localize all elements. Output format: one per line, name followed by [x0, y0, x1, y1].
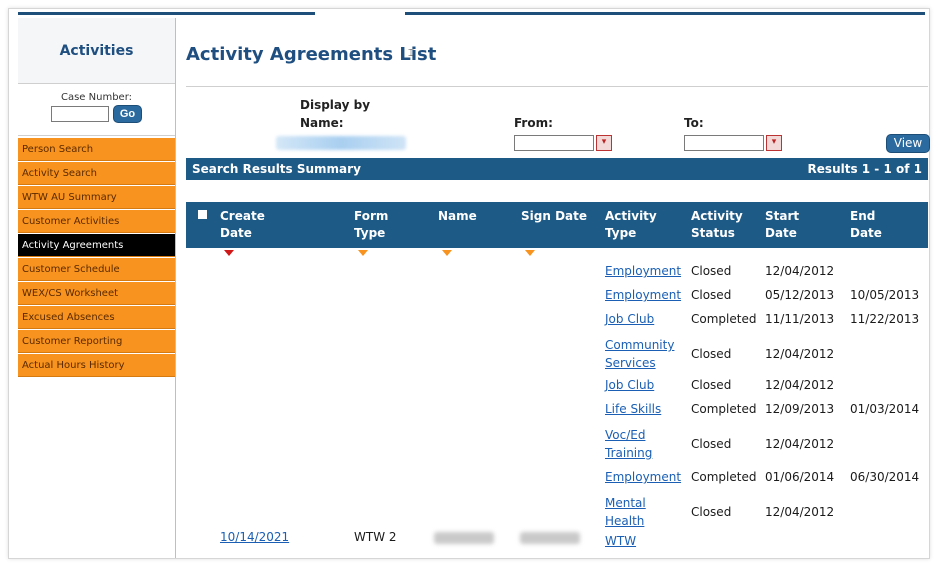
activity-type-link[interactable]: Employment: [605, 468, 681, 486]
title-divider: [186, 86, 928, 87]
view-button[interactable]: View: [886, 134, 930, 153]
activity-type-link[interactable]: Life Skills: [605, 400, 661, 418]
start-date-value: 11/11/2013: [765, 312, 835, 326]
to-label: To:: [684, 116, 704, 130]
activity-type-link[interactable]: WTW: [605, 532, 636, 550]
sidebar-menu: Person Search Activity Search WTW AU Summa…: [18, 138, 175, 377]
header-name[interactable]: Name: [438, 208, 477, 225]
header-sign-date[interactable]: Sign Date: [521, 208, 587, 225]
create-date-link[interactable]: 10/14/2021: [220, 528, 289, 546]
header-form-type[interactable]: Form Type: [354, 208, 388, 242]
to-date-input[interactable]: [684, 135, 764, 151]
header-start-date[interactable]: Start Date: [765, 208, 799, 242]
go-button[interactable]: Go: [112, 105, 143, 123]
search-results-summary-bar: Search Results Summary Results 1 - 1 of …: [186, 158, 928, 180]
header-create-date[interactable]: Create Date: [220, 208, 265, 242]
case-number-panel: Case Number: Go: [18, 84, 175, 136]
activity-status-value: Closed: [691, 288, 732, 302]
end-date-value: 11/22/2013: [850, 312, 920, 326]
activity-status-value: Completed: [691, 470, 757, 484]
start-date-value: 12/04/2012: [765, 378, 835, 392]
sidebar: Activities Case Number: Go Person Search…: [18, 18, 176, 558]
sidebar-item-activity-search[interactable]: Activity Search: [18, 162, 175, 185]
activity-type-link[interactable]: Job Club: [605, 376, 654, 394]
sidebar-item-activity-agreements[interactable]: Activity Agreements: [18, 234, 175, 257]
start-date-value: 12/04/2012: [765, 505, 835, 519]
name-value-redacted: [276, 136, 406, 150]
activity-status-value: Completed: [691, 312, 757, 326]
header-end-date[interactable]: End Date: [850, 208, 882, 242]
activity-type-link[interactable]: Employment: [605, 286, 681, 304]
select-all-checkbox-icon[interactable]: [198, 210, 207, 219]
start-date-value: 12/04/2012: [765, 264, 835, 278]
page-title: Activity Agreements List: [186, 44, 437, 65]
from-label: From:: [514, 116, 553, 130]
start-date-value: 12/04/2012: [765, 437, 835, 451]
form-type-value: WTW 2: [354, 530, 397, 544]
sidebar-item-wex-cs-worksheet[interactable]: WEX/CS Worksheet: [18, 282, 175, 305]
sidebar-item-excused-absences[interactable]: Excused Absences: [18, 306, 175, 329]
header-activity-type[interactable]: Activity Type: [605, 208, 657, 242]
sidebar-item-wtw-au-summary[interactable]: WTW AU Summary: [18, 186, 175, 209]
summary-label: Search Results Summary: [192, 162, 361, 176]
sidebar-item-customer-reporting[interactable]: Customer Reporting: [18, 330, 175, 353]
calendar-icon[interactable]: ▾: [596, 135, 612, 151]
case-number-input[interactable]: [50, 106, 109, 122]
activity-status-value: Completed: [691, 402, 757, 416]
activity-status-value: Closed: [691, 347, 732, 361]
text-cursor-icon: ⌶: [408, 48, 414, 59]
sidebar-item-customer-activities[interactable]: Customer Activities: [18, 210, 175, 233]
top-divider-left: [18, 12, 315, 15]
results-table-header: Create Date Form Type Name Sign Date Activ…: [186, 202, 928, 248]
activity-type-link[interactable]: Community Services: [605, 336, 674, 372]
sidebar-item-person-search[interactable]: Person Search: [18, 138, 175, 161]
sort-arrow-icon[interactable]: [224, 250, 234, 256]
sidebar-title: Activities: [18, 18, 175, 84]
activity-status-value: Closed: [691, 505, 732, 519]
sort-arrow-icon[interactable]: [358, 250, 368, 256]
top-divider-right: [405, 12, 925, 15]
name-label: Name:: [300, 116, 344, 130]
activity-type-link[interactable]: Job Club: [605, 310, 654, 328]
start-date-value: 05/12/2013: [765, 288, 835, 302]
case-number-label: Case Number:: [60, 92, 132, 103]
display-by-label: Display by: [300, 98, 371, 112]
from-date-input[interactable]: [514, 135, 594, 151]
results-count: Results 1 - 1 of 1: [807, 162, 922, 176]
sidebar-item-customer-schedule[interactable]: Customer Schedule: [18, 258, 175, 281]
activity-status-value: Closed: [691, 264, 732, 278]
main-content: Activity Agreements List ⌶ Display by Na…: [186, 18, 930, 558]
name-redacted: [434, 532, 494, 544]
activity-type-link[interactable]: Employment: [605, 262, 681, 280]
start-date-value: 12/09/2013: [765, 402, 835, 416]
start-date-value: 12/04/2012: [765, 347, 835, 361]
activity-type-link[interactable]: Mental Health: [605, 494, 646, 530]
end-date-value: 10/05/2013: [850, 288, 920, 302]
calendar-icon[interactable]: ▾: [766, 135, 782, 151]
end-date-value: 01/03/2014: [850, 402, 920, 416]
sort-arrow-icon[interactable]: [442, 250, 452, 256]
activity-type-link[interactable]: Voc/Ed Training: [605, 426, 652, 462]
start-date-value: 01/06/2014: [765, 470, 835, 484]
sort-arrow-icon[interactable]: [525, 250, 535, 256]
activity-status-value: Closed: [691, 378, 732, 392]
sidebar-item-actual-hours-history[interactable]: Actual Hours History: [18, 354, 175, 377]
sign-date-redacted: [520, 532, 580, 544]
activity-status-value: Closed: [691, 437, 732, 451]
end-date-value: 06/30/2014: [850, 470, 920, 484]
header-activity-status[interactable]: Activity Status: [691, 208, 743, 242]
